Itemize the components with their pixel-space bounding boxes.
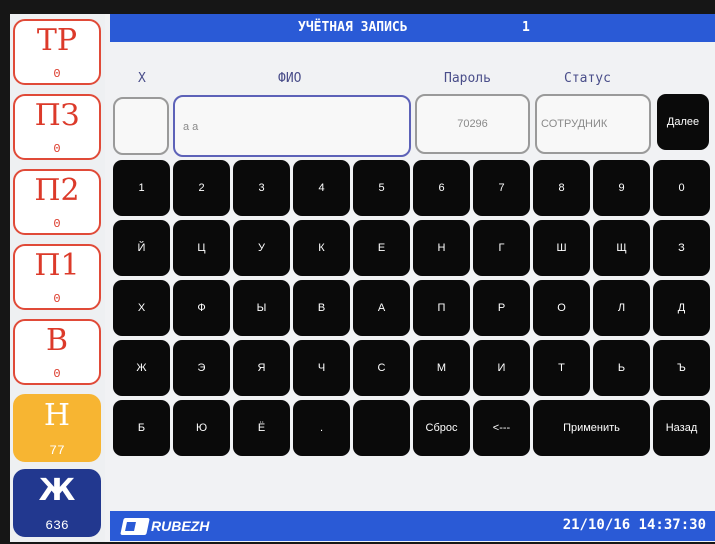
account-number: 1: [522, 20, 530, 35]
column-header-status: Статус: [564, 71, 611, 86]
sidebar-button-label: П2: [34, 173, 80, 208]
screen: ТР 0 ПЗ 0 П2 0 П1 0 В 0 Н 77 Ж 636 УЧЁТН…: [10, 14, 715, 542]
key[interactable]: Э: [173, 340, 230, 396]
sidebar-button-label: П1: [34, 248, 80, 283]
reset-button[interactable]: Сброс: [413, 400, 470, 456]
key[interactable]: Я: [233, 340, 290, 396]
backspace-button[interactable]: <---: [473, 400, 530, 456]
back-button[interactable]: Назад: [653, 400, 710, 456]
column-header-name: ФИО: [278, 71, 302, 86]
sidebar-button-count: 0: [53, 217, 61, 231]
sidebar-button-count: 0: [53, 292, 61, 306]
key[interactable]: З: [653, 220, 710, 276]
page-title: УЧЁТНАЯ ЗАПИСЬ: [298, 20, 408, 35]
key[interactable]: Ъ: [653, 340, 710, 396]
key[interactable]: .: [293, 400, 350, 456]
key[interactable]: Т: [533, 340, 590, 396]
sidebar-button-p1[interactable]: П1 0: [13, 244, 101, 310]
column-header-password: Пароль: [444, 71, 491, 86]
key[interactable]: Ы: [233, 280, 290, 336]
password-field[interactable]: 70296: [415, 94, 530, 154]
sidebar-button-label: Ж: [38, 473, 76, 508]
key[interactable]: Ф: [173, 280, 230, 336]
sidebar-button-label: ТР: [36, 23, 78, 58]
key[interactable]: 0: [653, 160, 710, 216]
key[interactable]: Н: [413, 220, 470, 276]
sidebar-button-count: 0: [53, 67, 61, 81]
key[interactable]: Ь: [593, 340, 650, 396]
sidebar-button-n[interactable]: Н 77: [13, 394, 101, 462]
sidebar-button-p2[interactable]: П2 0: [13, 169, 101, 235]
key[interactable]: Б: [113, 400, 170, 456]
key[interactable]: Ё: [233, 400, 290, 456]
key[interactable]: 8: [533, 160, 590, 216]
key[interactable]: 9: [593, 160, 650, 216]
column-header-x: Х: [138, 71, 146, 86]
logo-mark-icon: [120, 517, 150, 535]
key[interactable]: [353, 400, 410, 456]
sidebar-button-label: Н: [43, 398, 71, 433]
key[interactable]: 5: [353, 160, 410, 216]
key[interactable]: 2: [173, 160, 230, 216]
key[interactable]: 3: [233, 160, 290, 216]
sidebar-button-count: 77: [49, 443, 65, 458]
key[interactable]: Е: [353, 220, 410, 276]
sidebar-button-label: ПЗ: [34, 98, 80, 133]
key[interactable]: Л: [593, 280, 650, 336]
key[interactable]: 6: [413, 160, 470, 216]
password-field-value: 70296: [457, 118, 488, 130]
sidebar-button-v[interactable]: В 0: [13, 319, 101, 385]
key[interactable]: Щ: [593, 220, 650, 276]
key[interactable]: Х: [113, 280, 170, 336]
key[interactable]: Й: [113, 220, 170, 276]
key[interactable]: Ж: [113, 340, 170, 396]
sidebar: ТР 0 ПЗ 0 П2 0 П1 0 В 0 Н 77 Ж 636: [10, 14, 105, 542]
name-field-value: а а: [183, 121, 199, 133]
status-field-value: СОТРУДНИК: [541, 118, 608, 130]
on-screen-keyboard: 1234567890 ЙЦУКЕНГШЩЗ ХФЫВАПРОЛД ЖЭЯЧСМИТЬЪ…: [110, 160, 715, 480]
sidebar-button-count: 0: [53, 142, 61, 156]
rubezh-logo: RUBEZH: [120, 517, 210, 535]
key[interactable]: 7: [473, 160, 530, 216]
key[interactable]: В: [293, 280, 350, 336]
logo-text: RUBEZH: [151, 518, 210, 534]
datetime: 21/10/16 14:37:30: [562, 517, 706, 533]
key[interactable]: Ш: [533, 220, 590, 276]
key[interactable]: Ю: [173, 400, 230, 456]
sidebar-button-count: 0: [53, 367, 61, 381]
key[interactable]: У: [233, 220, 290, 276]
name-field[interactable]: а а: [173, 95, 411, 157]
key[interactable]: Г: [473, 220, 530, 276]
status-field[interactable]: СОТРУДНИК: [535, 94, 651, 154]
next-button[interactable]: Далее: [657, 94, 709, 150]
header-bar: УЧЁТНАЯ ЗАПИСЬ 1: [110, 14, 715, 42]
key[interactable]: Д: [653, 280, 710, 336]
x-field[interactable]: [113, 97, 169, 155]
sidebar-button-tr[interactable]: ТР 0: [13, 19, 101, 85]
key[interactable]: Ч: [293, 340, 350, 396]
apply-button[interactable]: Применить: [533, 400, 650, 456]
sidebar-button-zh[interactable]: Ж 636: [13, 469, 101, 537]
key[interactable]: К: [293, 220, 350, 276]
sidebar-button-pz[interactable]: ПЗ 0: [13, 94, 101, 160]
key[interactable]: 1: [113, 160, 170, 216]
key[interactable]: П: [413, 280, 470, 336]
key[interactable]: Р: [473, 280, 530, 336]
key[interactable]: 4: [293, 160, 350, 216]
key[interactable]: С: [353, 340, 410, 396]
key[interactable]: А: [353, 280, 410, 336]
key[interactable]: И: [473, 340, 530, 396]
key[interactable]: Ц: [173, 220, 230, 276]
status-bar: RUBEZH 21/10/16 14:37:30: [110, 511, 715, 541]
key[interactable]: М: [413, 340, 470, 396]
sidebar-button-count: 636: [45, 518, 69, 533]
sidebar-button-label: В: [45, 323, 69, 358]
key[interactable]: О: [533, 280, 590, 336]
